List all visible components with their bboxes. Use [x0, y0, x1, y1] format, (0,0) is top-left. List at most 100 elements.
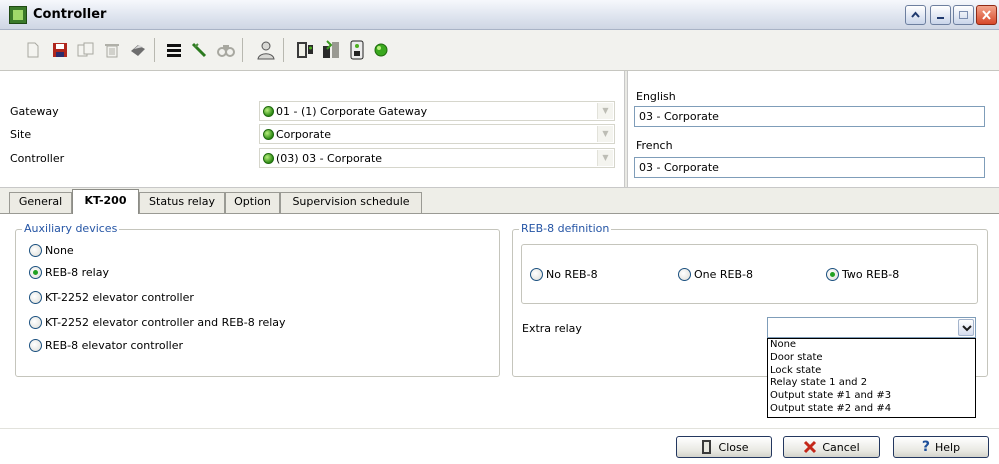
auxiliary-devices-title: Auxiliary devices: [22, 222, 120, 235]
list-item[interactable]: None: [768, 339, 975, 352]
radio-icon: [29, 244, 42, 257]
close-button[interactable]: Close: [676, 436, 772, 458]
status-icon: [374, 43, 388, 57]
english-label: English: [636, 90, 676, 103]
radio-icon: [678, 268, 691, 281]
controller-value: (03) 03 - Corporate: [276, 152, 383, 165]
gateway-combobox[interactable]: 01 - (1) Corporate Gateway ▼: [259, 101, 615, 121]
status-button[interactable]: [370, 39, 392, 61]
toolbar-separator: [283, 38, 284, 62]
status-dot-icon: [263, 153, 274, 164]
delete-icon: [105, 44, 119, 58]
site-value: Corporate: [276, 128, 331, 141]
toolbar: [0, 30, 999, 71]
english-name-input[interactable]: [634, 106, 985, 127]
list-button[interactable]: [163, 39, 185, 61]
cancel-x-icon: [804, 440, 817, 454]
copy-button[interactable]: [75, 39, 97, 61]
tab-kt-200[interactable]: KT-200: [72, 189, 139, 214]
save-icon: [53, 43, 67, 57]
list-item[interactable]: Relay state 1 and 2: [768, 377, 975, 390]
controller-combobox[interactable]: (03) 03 - Corporate ▼: [259, 148, 615, 168]
site-combobox[interactable]: Corporate ▼: [259, 124, 615, 144]
window-title: Controller: [33, 7, 107, 22]
new-icon: [27, 42, 39, 58]
download-button[interactable]: [320, 39, 342, 61]
toolbar-separator: [154, 38, 155, 62]
gateway-value: 01 - (1) Corporate Gateway: [276, 105, 428, 118]
list-item[interactable]: Door state: [768, 352, 975, 365]
find-icon: [217, 45, 235, 57]
french-name-input[interactable]: [634, 157, 985, 178]
door-icon: [297, 42, 313, 58]
user-icon: [257, 41, 275, 60]
tab-option[interactable]: Option: [225, 192, 280, 213]
close-window-button[interactable]: [976, 5, 997, 25]
find-button[interactable]: [215, 39, 237, 61]
reb8-option-none[interactable]: No REB-8: [530, 268, 598, 281]
aux-option-kt2252-reb8[interactable]: KT-2252 elevator controller and REB-8 re…: [29, 316, 286, 329]
aux-option-none[interactable]: None: [29, 244, 74, 257]
controller-button[interactable]: [346, 39, 368, 61]
status-dot-icon: [263, 129, 274, 140]
dropdown-button[interactable]: [958, 319, 974, 336]
user-button[interactable]: [255, 39, 277, 61]
minimize-button[interactable]: [930, 5, 951, 25]
chevron-down-icon: ▼: [597, 103, 613, 119]
french-label: French: [636, 139, 673, 152]
delete-button[interactable]: [101, 39, 123, 61]
header-panel: Gateway 01 - (1) Corporate Gateway ▼ Sit…: [0, 71, 999, 188]
help-button[interactable]: ? Help: [893, 436, 989, 458]
radio-checked-icon: [826, 268, 839, 281]
list-item[interactable]: Lock state: [768, 365, 975, 378]
question-mark-icon: ?: [921, 439, 931, 455]
controller-icon: [350, 40, 364, 60]
edit-icon: [191, 42, 207, 58]
header-divider: [624, 71, 628, 187]
site-label: Site: [10, 128, 32, 141]
radio-icon: [29, 339, 42, 352]
tab-strip: General KT-200 Status relay Option Super…: [0, 188, 999, 214]
close-icon: [982, 10, 991, 20]
radio-checked-icon: [29, 266, 42, 279]
new-button[interactable]: [22, 39, 44, 61]
gateway-label: Gateway: [10, 105, 59, 118]
download-icon: [323, 40, 339, 58]
help-window-button[interactable]: [905, 5, 926, 25]
list-icon: [167, 44, 181, 57]
dialog-button-bar: Close Cancel ? Help: [0, 428, 999, 464]
list-item[interactable]: Output state #1 and #3: [768, 390, 975, 403]
door-button[interactable]: [294, 39, 316, 61]
chevron-down-icon: ▼: [597, 150, 613, 166]
tab-status-relay[interactable]: Status relay: [139, 192, 225, 213]
help-icon: [911, 11, 920, 18]
print-button[interactable]: [127, 39, 149, 61]
reb8-option-two[interactable]: Two REB-8: [826, 268, 899, 281]
reb8-option-one[interactable]: One REB-8: [678, 268, 753, 281]
save-button[interactable]: [49, 39, 71, 61]
chevron-down-icon: ▼: [597, 126, 613, 142]
maximize-button[interactable]: [953, 5, 974, 25]
cancel-button[interactable]: Cancel: [783, 436, 880, 458]
extra-relay-label: Extra relay: [522, 322, 582, 335]
radio-icon: [29, 291, 42, 304]
edit-button[interactable]: [189, 39, 211, 61]
aux-option-reb8-relay[interactable]: REB-8 relay: [29, 266, 109, 279]
list-item[interactable]: Output state #2 and #4: [768, 403, 975, 416]
app-icon: [9, 6, 27, 24]
minimize-icon: [937, 17, 944, 19]
title-bar: Controller: [0, 0, 999, 30]
door-exit-icon: [701, 440, 711, 454]
extra-relay-dropdown-list: None Door state Lock state Relay state 1…: [767, 338, 976, 418]
print-icon: [131, 45, 145, 56]
tab-supervision-schedule[interactable]: Supervision schedule: [280, 192, 422, 213]
aux-option-reb8-elevator[interactable]: REB-8 elevator controller: [29, 339, 183, 352]
extra-relay-select[interactable]: [767, 317, 976, 338]
toolbar-separator: [242, 38, 243, 62]
reb8-definition-title: REB-8 definition: [519, 222, 612, 235]
aux-option-kt2252[interactable]: KT-2252 elevator controller: [29, 291, 194, 304]
kt-200-panel: Auxiliary devices None REB-8 relay KT-22…: [0, 214, 999, 428]
tab-general[interactable]: General: [9, 192, 72, 213]
chevron-down-icon: [962, 325, 972, 332]
maximize-icon: [959, 11, 968, 19]
